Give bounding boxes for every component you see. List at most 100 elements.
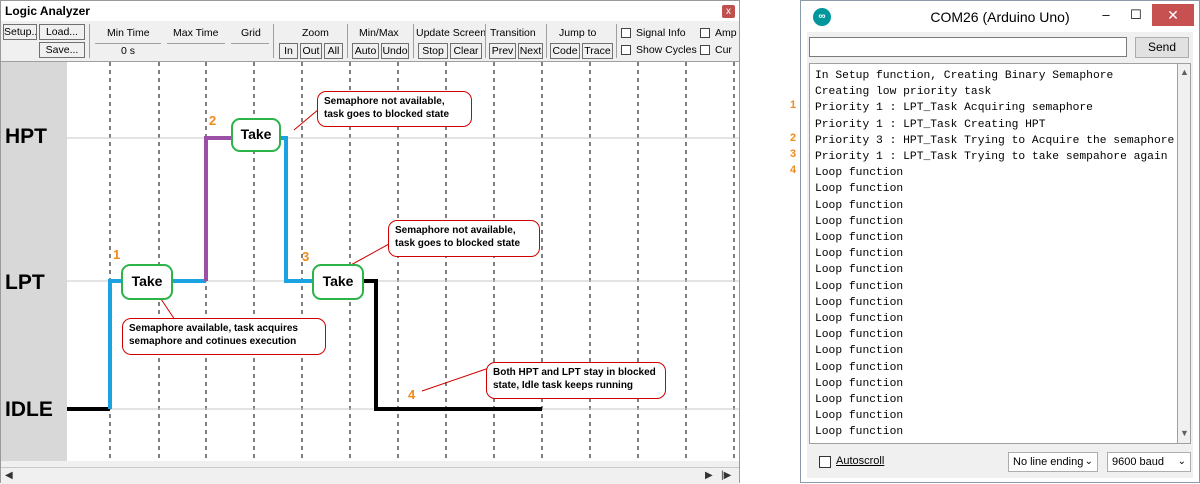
close-button[interactable]: ✕ bbox=[1152, 4, 1194, 26]
serial-line: Loop function bbox=[815, 329, 904, 342]
serial-line: Priority 1 : LPT_Task Acquiring semaphor… bbox=[815, 102, 1093, 115]
send-input[interactable] bbox=[809, 37, 1127, 57]
horizontal-scrollbar[interactable]: ◀ ▶ |▶ bbox=[1, 467, 739, 484]
separator bbox=[347, 24, 348, 58]
note-lpt-blocked: Semaphore not available, task goes to bl… bbox=[388, 220, 540, 257]
marker-4: 4 bbox=[408, 387, 416, 402]
serial-line: Loop function bbox=[815, 215, 904, 228]
chevron-down-icon: ⌄ bbox=[1177, 456, 1186, 467]
scroll-left-icon[interactable]: ◀ bbox=[5, 470, 13, 481]
vertical-scrollbar[interactable]: ▲ ▼ bbox=[1177, 63, 1191, 444]
serial-line: Loop function bbox=[815, 232, 904, 245]
scroll-right-icon[interactable]: ▶ bbox=[705, 470, 713, 481]
cur-checkbox[interactable] bbox=[700, 45, 710, 55]
serial-line: Loop function bbox=[815, 426, 904, 439]
serial-line: Priority 1 : LPT_Task Creating HPT bbox=[815, 118, 1046, 131]
cur-label: Cur bbox=[715, 44, 732, 56]
take-bubble-lpt-retry: Take bbox=[312, 264, 364, 300]
serial-line: Loop function bbox=[815, 345, 904, 358]
load-button[interactable]: Load... bbox=[39, 24, 85, 40]
minimize-button[interactable]: – bbox=[1095, 6, 1117, 26]
autoscroll-label: Autoscroll bbox=[836, 455, 885, 467]
scroll-up-icon[interactable]: ▲ bbox=[1180, 67, 1189, 77]
separator bbox=[273, 24, 274, 58]
min-max-label: Min/Max bbox=[359, 27, 399, 39]
undo-button[interactable]: Undo bbox=[381, 43, 409, 59]
separator bbox=[546, 24, 547, 58]
max-time-label: Max Time bbox=[173, 27, 219, 39]
footer-bar: Autoscroll No line ending ⌄ 9600 baud ⌄ bbox=[809, 449, 1193, 475]
baud-select[interactable]: 9600 baud ⌄ bbox=[1107, 452, 1191, 472]
separator bbox=[413, 24, 414, 58]
separator bbox=[616, 24, 617, 58]
clear-button[interactable]: Clear bbox=[450, 43, 482, 59]
maximize-button[interactable]: ☐ bbox=[1125, 6, 1147, 26]
serial-line: Loop function bbox=[815, 394, 904, 407]
grid-label: Grid bbox=[241, 27, 261, 39]
autoscroll-checkbox[interactable] bbox=[819, 456, 831, 468]
show-cycles-checkbox[interactable] bbox=[621, 45, 631, 55]
serial-line: Loop function bbox=[815, 377, 904, 390]
serial-output[interactable]: In Setup function, Creating Binary Semap… bbox=[809, 63, 1177, 444]
toolbar: Setup... Load... Save... Min Time 0 s Ma… bbox=[1, 21, 739, 62]
serial-line: In Setup function, Creating Binary Semap… bbox=[815, 70, 1114, 82]
close-button[interactable]: x bbox=[722, 5, 735, 18]
signal-label-hpt: HPT bbox=[5, 125, 47, 148]
waveform-area[interactable]: 1 2 3 4 Take Take Take Semaphore not ava… bbox=[67, 62, 739, 461]
signal-info-checkbox[interactable] bbox=[621, 28, 631, 38]
signal-label-lpt: LPT bbox=[5, 271, 45, 294]
scroll-end-icon[interactable]: |▶ bbox=[721, 470, 731, 481]
serial-monitor-window: ∞ COM26 (Arduino Uno) – ☐ ✕ Send In Setu… bbox=[800, 0, 1200, 483]
serial-line: Loop function bbox=[815, 248, 904, 261]
signal-label-idle: IDLE bbox=[5, 398, 53, 421]
serial-line: Loop function bbox=[815, 410, 904, 423]
serial-line: Loop function bbox=[815, 199, 904, 212]
signal-info-label: Signal Info bbox=[636, 27, 686, 39]
baud-value: 9600 baud bbox=[1112, 456, 1164, 468]
line-marker-1: 1 bbox=[790, 99, 797, 111]
show-cycles-label: Show Cycles bbox=[636, 44, 697, 56]
min-time-value: 0 s bbox=[95, 43, 161, 59]
prev-button[interactable]: Prev bbox=[489, 43, 516, 59]
jump-to-label: Jump to bbox=[559, 27, 597, 39]
trace-button[interactable]: Trace bbox=[582, 43, 613, 59]
serial-line: Priority 1 : LPT_Task Trying to take sem… bbox=[815, 151, 1168, 164]
line-marker-3: 3 bbox=[790, 148, 797, 160]
separator bbox=[485, 24, 486, 58]
setup-button[interactable]: Setup... bbox=[3, 24, 37, 40]
transition-label: Transition bbox=[490, 27, 536, 39]
serial-line: Loop function bbox=[815, 296, 904, 309]
save-button[interactable]: Save... bbox=[39, 42, 85, 58]
next-button[interactable]: Next bbox=[518, 43, 543, 59]
serial-line: Loop function bbox=[815, 280, 904, 293]
zoom-all-button[interactable]: All bbox=[324, 43, 343, 59]
logic-analyzer-window: Logic Analyzer x Setup... Load... Save..… bbox=[0, 0, 740, 484]
title-bar: Logic Analyzer x bbox=[1, 1, 739, 21]
code-button[interactable]: Code bbox=[550, 43, 580, 59]
serial-line: Loop function bbox=[815, 264, 904, 277]
scroll-down-icon[interactable]: ▼ bbox=[1180, 428, 1189, 438]
note-idle-running: Both HPT and LPT stay in blocked state, … bbox=[486, 362, 666, 399]
serial-line: Loop function bbox=[815, 183, 904, 196]
max-time-value bbox=[167, 43, 225, 59]
line-ending-select[interactable]: No line ending ⌄ bbox=[1008, 452, 1098, 472]
amp-checkbox[interactable] bbox=[700, 28, 710, 38]
serial-output-lines: In Setup function, Creating Binary Semap… bbox=[815, 68, 1175, 443]
marker-2: 2 bbox=[209, 113, 217, 128]
stop-button[interactable]: Stop bbox=[418, 43, 448, 59]
auto-button[interactable]: Auto bbox=[352, 43, 379, 59]
update-screen-label: Update Screen bbox=[416, 27, 487, 39]
zoom-in-button[interactable]: In bbox=[279, 43, 298, 59]
amp-label: Amp bbox=[715, 27, 737, 39]
zoom-label: Zoom bbox=[302, 27, 329, 39]
line-marker-4: 4 bbox=[790, 164, 797, 176]
send-button[interactable]: Send bbox=[1135, 37, 1189, 58]
take-bubble-lpt: Take bbox=[121, 264, 173, 300]
note-acquire: Semaphore available, task acquires semap… bbox=[122, 318, 326, 355]
line-marker-2: 2 bbox=[790, 132, 797, 144]
hpt-trace bbox=[204, 136, 254, 281]
title-bar: ∞ COM26 (Arduino Uno) – ☐ ✕ bbox=[801, 1, 1199, 31]
note-hpt-blocked: Semaphore not available, task goes to bl… bbox=[317, 91, 472, 127]
zoom-out-button[interactable]: Out bbox=[300, 43, 322, 59]
serial-line: Priority 3 : HPT_Task Trying to Acquire … bbox=[815, 134, 1175, 147]
